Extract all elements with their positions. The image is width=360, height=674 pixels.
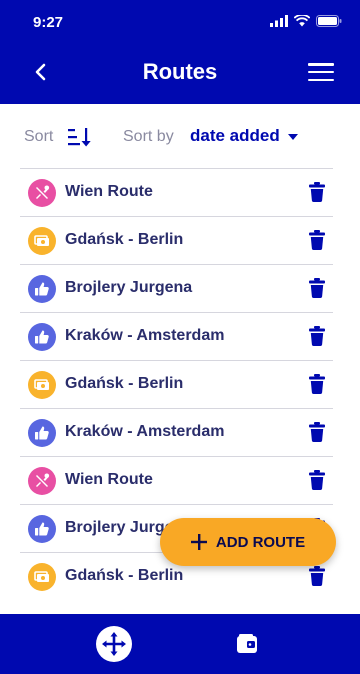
nav-routes-button[interactable] [96,626,132,662]
route-item[interactable]: Wien Route [20,456,333,504]
hamburger-line [308,78,334,81]
trash-icon[interactable] [309,278,325,298]
menu-button[interactable] [308,60,334,84]
hamburger-line [308,70,334,74]
trash-icon[interactable] [309,374,325,394]
route-item[interactable]: Brojlery Jurgena [20,264,333,312]
trash-icon[interactable] [309,326,325,346]
sort-by-value: date added [190,126,280,145]
sort-bar: Sort Sort by date added [0,104,360,168]
money-icon [28,563,56,591]
route-item[interactable]: Wien Route [20,168,333,216]
routes-icon [102,632,126,656]
route-name: Wien Route [65,183,153,200]
app-bar: Routes [0,44,360,104]
wifi-icon [294,15,310,27]
sort-by-label: Sort by [123,128,174,145]
tools-icon [28,179,56,207]
route-name: Gdańsk - Berlin [65,231,184,248]
signal-icon [270,15,288,27]
battery-icon [316,15,342,27]
trash-icon[interactable] [309,566,325,586]
wallet-icon[interactable] [236,633,258,655]
route-name: Kraków - Amsterdam [65,327,225,344]
hamburger-line [308,63,334,66]
thumbs-up-icon [28,275,56,303]
status-time: 9:27 [33,14,64,31]
route-name: Wien Route [65,471,153,488]
route-name: Brojlery Jurgena [65,279,193,296]
chevron-down-icon [287,134,298,140]
money-icon [28,371,56,399]
status-bar: 9:27 [0,0,360,44]
route-item[interactable]: Gdańsk - Berlin [20,216,333,264]
plus-icon [190,534,207,550]
add-route-button[interactable]: ADD ROUTE [160,518,336,566]
trash-icon[interactable] [309,470,325,490]
sort-label: Sort [24,128,54,145]
route-name: Gdańsk - Berlin [65,375,184,392]
tools-icon [28,467,56,495]
header: 9:27 Routes [0,0,360,104]
thumbs-up-icon [28,515,56,543]
thumbs-up-icon [28,323,56,351]
thumbs-up-icon [28,419,56,447]
route-item[interactable]: Kraków - Amsterdam [20,408,333,456]
sort-by-dropdown[interactable]: date added [190,126,298,146]
status-icons [270,15,342,27]
sort-order-icon[interactable] [67,126,91,148]
route-name: Gdańsk - Berlin [65,567,184,584]
trash-icon[interactable] [309,422,325,442]
trash-icon[interactable] [309,182,325,202]
add-route-label: ADD ROUTE [215,533,306,551]
trash-icon[interactable] [309,230,325,250]
bottom-nav [0,614,360,674]
route-item[interactable]: Gdańsk - Berlin [20,360,333,408]
route-item[interactable]: Kraków - Amsterdam [20,312,333,360]
money-icon [28,227,56,255]
page-title: Routes [142,59,218,84]
route-name: Kraków - Amsterdam [65,423,225,440]
